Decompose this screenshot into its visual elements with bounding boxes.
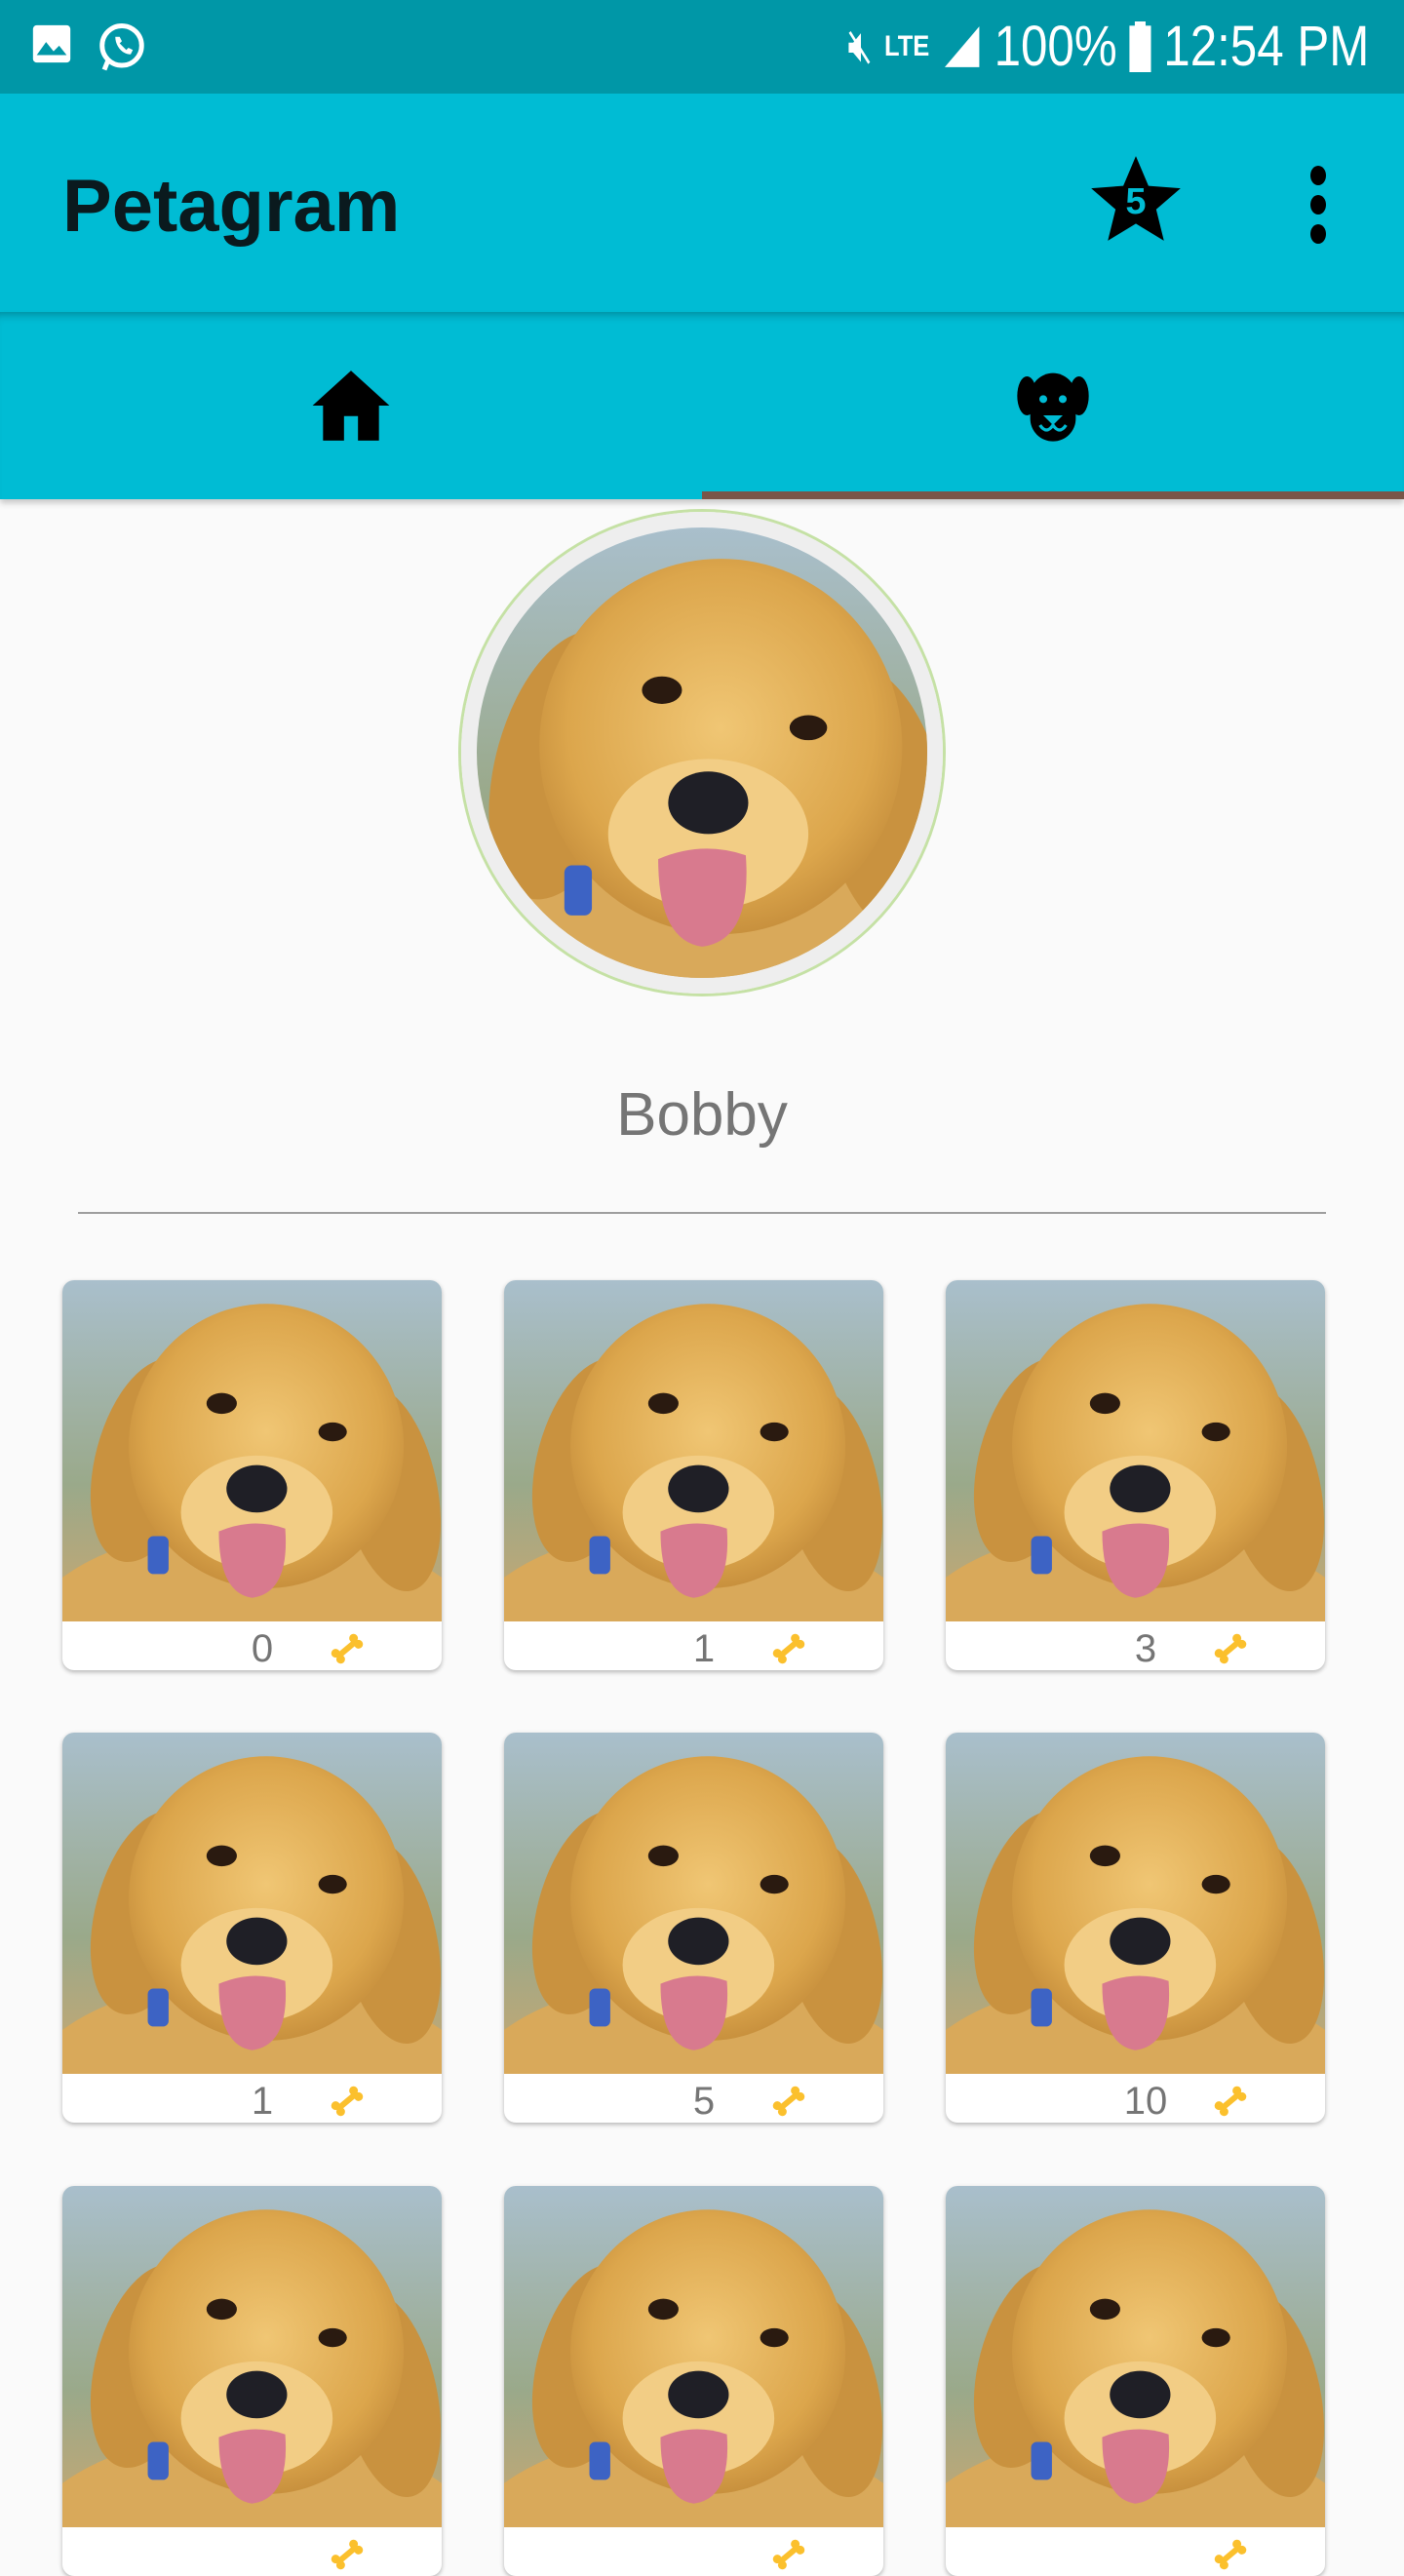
app-title: Petagram xyxy=(62,165,401,248)
bone-icon xyxy=(769,2082,808,2121)
bone-icon xyxy=(328,2535,367,2574)
more-vert-icon[interactable] xyxy=(1297,166,1340,244)
photo-card[interactable] xyxy=(946,2186,1325,2576)
favorites-button[interactable]: 5 xyxy=(1087,152,1185,250)
bone-icon xyxy=(1211,1629,1250,1668)
pet-photo xyxy=(946,1733,1325,2074)
bone-icon xyxy=(328,2082,367,2121)
like-count: 5 xyxy=(692,2080,716,2123)
bone-icon xyxy=(328,1629,367,1668)
pet-photo xyxy=(62,1280,442,1621)
photo-card[interactable] xyxy=(504,2186,883,2576)
photo-footer: 0 xyxy=(62,1621,442,1670)
photo-card[interactable]: 3 xyxy=(946,1280,1325,1670)
tab-home[interactable] xyxy=(0,312,702,499)
photo-footer xyxy=(946,2527,1325,2576)
dog-icon xyxy=(1017,372,1089,442)
pet-photo xyxy=(62,2186,442,2527)
like-count: 10 xyxy=(1123,2080,1168,2123)
divider xyxy=(78,1212,1326,1214)
like-count: 1 xyxy=(251,2080,274,2123)
lte-icon: LTE xyxy=(883,29,929,62)
profile-name: Bobby xyxy=(616,1081,788,1149)
signal-icon xyxy=(941,22,983,71)
status-bar: 🔇︎ LTE 100% 12:54 PM xyxy=(0,0,1404,94)
photo-footer: 10 xyxy=(946,2074,1325,2123)
home-icon xyxy=(312,371,390,441)
pet-photo xyxy=(946,1280,1325,1621)
photo-card[interactable]: 10 xyxy=(946,1733,1325,2123)
photo-card[interactable]: 1 xyxy=(504,1280,883,1670)
photo-card[interactable]: 1 xyxy=(62,1733,442,2123)
mute-icon: 🔇︎ xyxy=(847,20,873,72)
photo-footer: 5 xyxy=(504,2074,883,2123)
profile-avatar xyxy=(461,512,943,994)
gallery-icon xyxy=(29,21,74,74)
bone-icon xyxy=(1211,2082,1250,2121)
photo-footer xyxy=(504,2527,883,2576)
pet-photo xyxy=(946,2186,1325,2527)
battery-text: 100% xyxy=(994,15,1117,78)
bone-icon xyxy=(769,2535,808,2574)
tab-indicator xyxy=(702,491,1404,499)
photo-footer: 3 xyxy=(946,1621,1325,1670)
photo-card[interactable]: 0 xyxy=(62,1280,442,1670)
tab-bar xyxy=(0,312,1404,499)
like-count: 3 xyxy=(1134,1627,1157,1670)
favorites-count: 5 xyxy=(1125,181,1147,222)
photo-footer xyxy=(62,2527,442,2576)
pet-photo xyxy=(504,1280,883,1621)
whatsapp-icon xyxy=(96,21,148,74)
photo-footer: 1 xyxy=(62,2074,442,2123)
app-bar: Petagram 5 xyxy=(0,94,1404,312)
pet-photo xyxy=(504,1733,883,2074)
bone-icon xyxy=(769,1629,808,1668)
clock: 12:54 PM xyxy=(1162,15,1369,78)
photo-card[interactable]: 5 xyxy=(504,1733,883,2123)
battery-icon xyxy=(1128,20,1151,72)
pet-photo xyxy=(62,1733,442,2074)
bone-icon xyxy=(1211,2535,1250,2574)
like-count: 0 xyxy=(251,1627,274,1670)
tab-profile[interactable] xyxy=(702,312,1404,499)
photo-card[interactable] xyxy=(62,2186,442,2576)
pet-photo xyxy=(504,2186,883,2527)
like-count: 1 xyxy=(692,1627,716,1670)
photo-footer: 1 xyxy=(504,1621,883,1670)
